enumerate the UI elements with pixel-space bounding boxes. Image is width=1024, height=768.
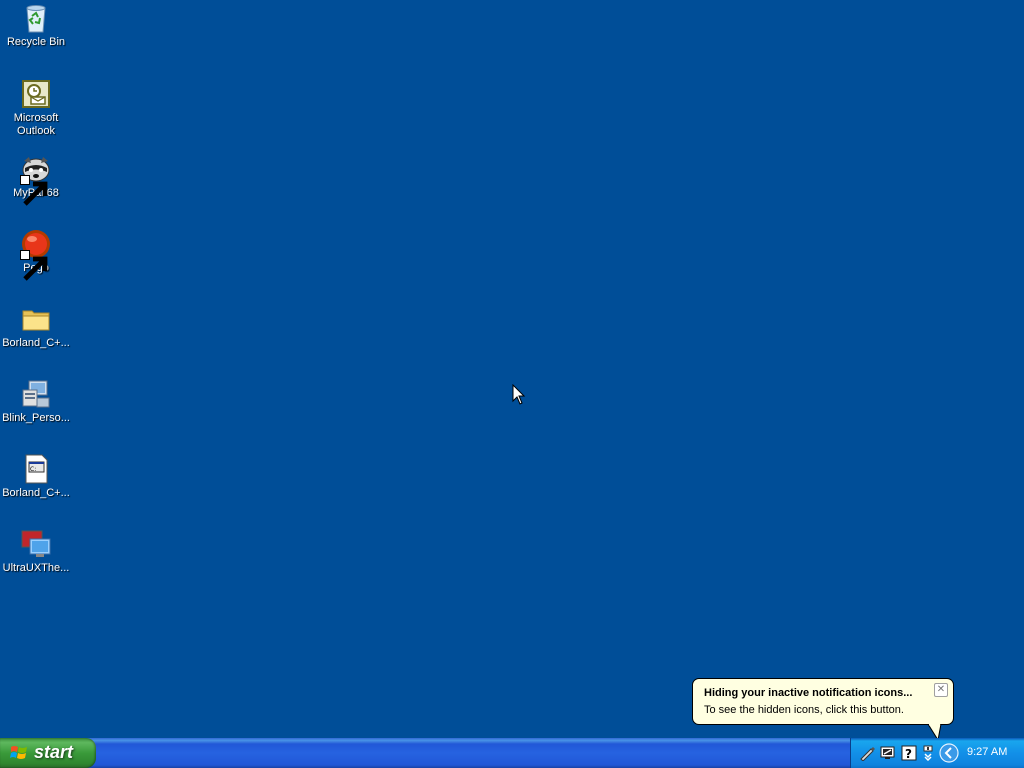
balloon-title: Hiding your inactive notification icons.…: [704, 687, 913, 699]
help-icon[interactable]: ?: [901, 745, 917, 761]
desktop-icon-label: Recycle Bin: [6, 36, 66, 48]
blink-icon: [20, 378, 52, 410]
desktop-icon-blink[interactable]: Blink_Perso...: [0, 378, 72, 425]
desktop-icon-recycle-bin[interactable]: Recycle Bin: [0, 2, 72, 49]
shortcut-arrow-icon: [20, 250, 48, 281]
outlook-icon: [20, 78, 52, 110]
desktop-icon-label: UltraUXThe...: [2, 562, 70, 574]
mouse-pointer-icon: [512, 384, 526, 405]
mypal-icon: [20, 153, 52, 206]
system-tray: ? 9:27 AM: [850, 738, 1024, 768]
svg-text:?: ?: [905, 747, 912, 761]
start-button[interactable]: start: [0, 738, 96, 768]
desktop-icon-label: Borland_C+...: [2, 337, 70, 349]
start-label: start: [34, 742, 74, 762]
notification-balloon[interactable]: Hiding your inactive notification icons.…: [692, 678, 954, 725]
windows-logo-icon: [10, 746, 27, 759]
desktop-icon-label: Microsoft Outlook: [13, 112, 59, 137]
shortcut-arrow-icon: [20, 175, 48, 206]
safely-remove-icon[interactable]: [921, 745, 937, 761]
desktop-icon-borland-document[interactable]: C: Borland_C+...: [0, 453, 72, 500]
show-hidden-icons-chevron[interactable]: [939, 743, 959, 763]
taskbar: start ? 9:27 AM: [0, 738, 1024, 768]
recycle-bin-icon: [20, 2, 52, 34]
pen-tool-icon[interactable]: [859, 745, 875, 761]
desktop-icon-pego[interactable]: Pego: [0, 228, 72, 281]
desktop-icon-label: Borland_C+...: [2, 487, 70, 499]
balloon-text: To see the hidden icons, click this butt…: [704, 704, 904, 716]
pego-icon: [20, 228, 52, 281]
desktop-icon-microsoft-outlook[interactable]: Microsoft Outlook: [0, 78, 72, 138]
svg-text:C:: C:: [30, 466, 36, 473]
balloon-close-button[interactable]: ✕: [934, 683, 948, 697]
clock[interactable]: 9:27 AM: [967, 746, 1007, 758]
display-icon: [20, 528, 52, 560]
folder-icon: [20, 303, 52, 335]
desktop-icon-ultrauxtheme[interactable]: UltraUXThe...: [0, 528, 72, 575]
desktop-icon-mypal[interactable]: MyPal 68: [0, 153, 72, 206]
desktop-icon-borland-folder[interactable]: Borland_C+...: [0, 303, 72, 350]
desktop-icon-label: Blink_Perso...: [2, 412, 70, 424]
desktop[interactable]: Recycle Bin Microsoft Outlook MyPal 68 P…: [0, 0, 1024, 738]
document-icon: C:: [20, 453, 52, 485]
network-monitor-icon[interactable]: [880, 745, 896, 761]
